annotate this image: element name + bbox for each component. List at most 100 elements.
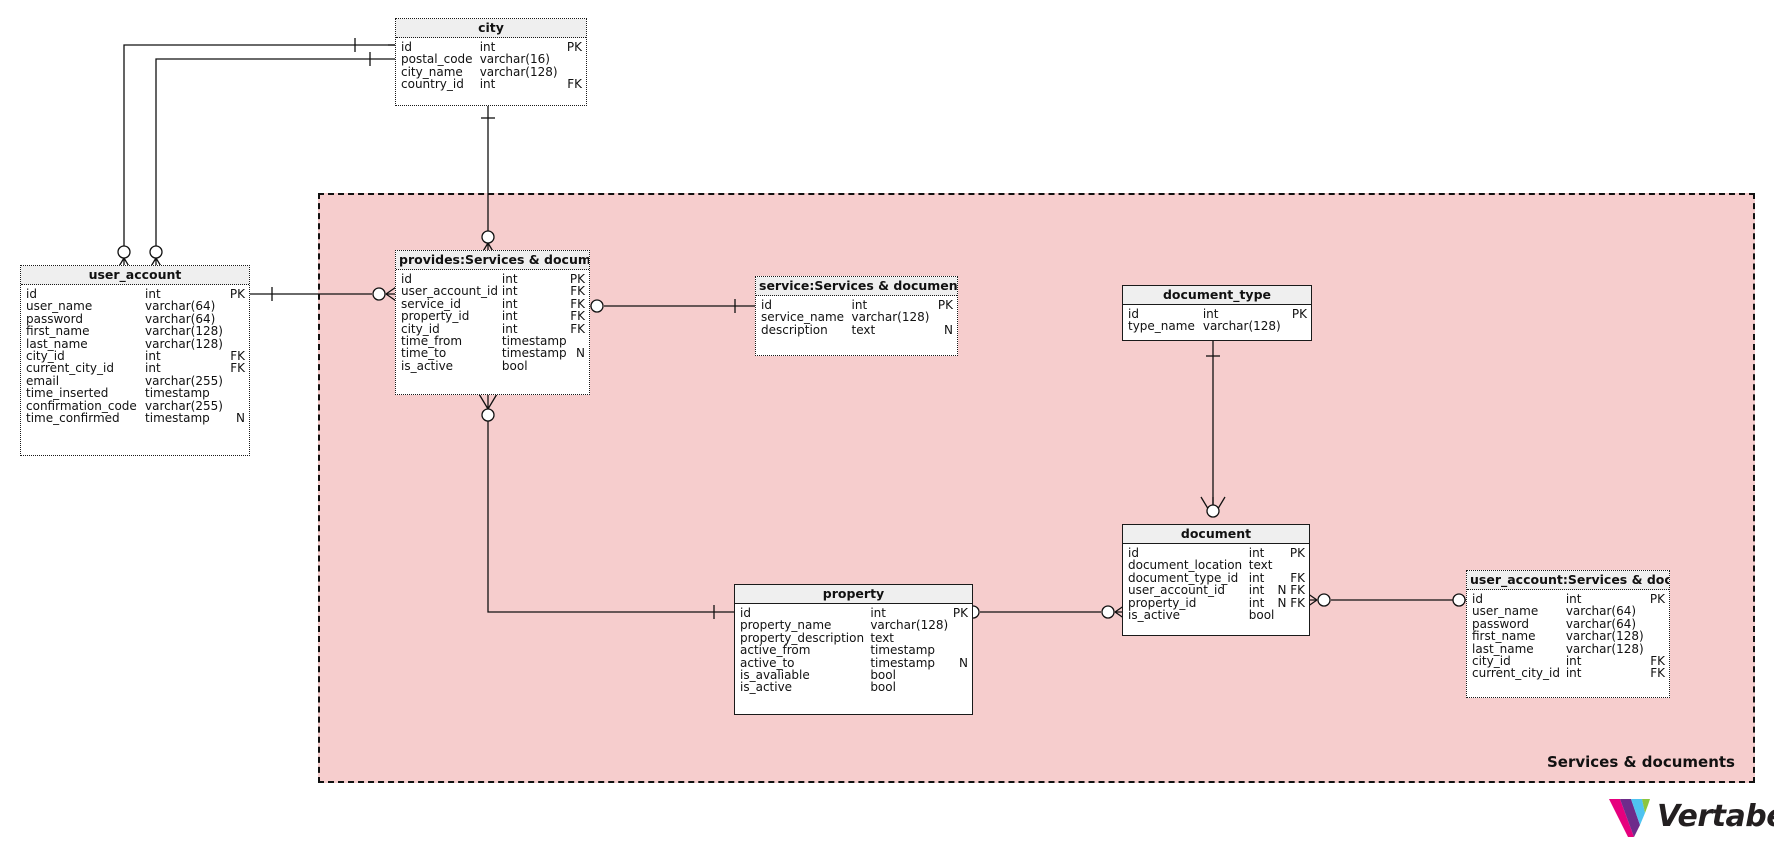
attribute-row[interactable]: type_name varchar(128): [1128, 319, 1307, 334]
attribute-name: country_id: [401, 77, 464, 92]
attribute-row[interactable]: document_location text: [1128, 558, 1305, 573]
entity-user_account[interactable]: user_account id int PK user_name varchar(64) p…: [20, 265, 250, 456]
attribute-type: varchar(64): [145, 299, 216, 314]
attribute-row[interactable]: postal_code varchar(16): [401, 52, 582, 67]
entity-title-document: document: [1123, 525, 1309, 544]
attribute-name: document_location: [1128, 558, 1243, 573]
attribute-name: is_active: [401, 358, 454, 373]
entity-provides[interactable]: provides:Services & documentsidintPKuser…: [395, 250, 590, 395]
attribute-row[interactable]: user_name varchar(64): [26, 299, 245, 314]
attribute-type: timestamp: [145, 411, 210, 426]
attribute-type: int: [501, 309, 518, 324]
attribute-key-flag: [952, 669, 968, 681]
attribute-type: int: [1248, 583, 1265, 598]
attribute-key-flag: [1290, 320, 1307, 332]
attribute-type: int: [479, 77, 496, 92]
attribute-name: type_name: [1128, 319, 1195, 334]
vertabelo-wordmark: Vertabelo: [1657, 799, 1774, 834]
attribute-key-flag: [229, 375, 245, 387]
entity-user_account_sd[interactable]: user_account:Services & documentsidintPK…: [1466, 570, 1670, 698]
vertabelo-logo[interactable]: Vertabelo: [1607, 795, 1774, 839]
entity-title-property: property: [735, 585, 972, 604]
attribute-key-flag: [569, 360, 585, 372]
attribute-key-flag: [229, 387, 245, 399]
attribute-row[interactable]: service_name varchar(128): [761, 310, 953, 325]
entity-title-service: service:Services & documents: [756, 277, 957, 296]
attribute-key-flag: [229, 300, 245, 312]
entity-attributes-provides: id int PK user_account_id int FK service_id int…: [396, 270, 589, 376]
attribute-key-flag: [1649, 605, 1665, 617]
attribute-name: service_name: [761, 310, 845, 325]
attribute-type: text: [851, 322, 876, 337]
entity-title-user_account: user_account: [21, 266, 249, 285]
attribute-type: int: [501, 284, 518, 299]
attribute-type: int: [145, 361, 161, 376]
attribute-type: text: [1248, 558, 1273, 573]
attribute-key-flag: [229, 313, 245, 325]
entity-service[interactable]: service:Services & documents id int PK servi…: [755, 276, 958, 356]
attribute-table: id int PK user_name varchar(64) password varch…: [26, 287, 245, 426]
attribute-type: bool: [870, 680, 896, 695]
attribute-name: current_city_id: [26, 361, 114, 376]
attribute-type: varchar(16): [479, 52, 550, 67]
attribute-key-flag: [1649, 618, 1665, 630]
attribute-row[interactable]: time_confirmed timestamp N: [26, 411, 245, 426]
attribute-key-flag: [565, 53, 582, 65]
attribute-row[interactable]: time_inserted timestamp: [26, 386, 245, 401]
attribute-key-flag: FK: [570, 284, 585, 299]
entity-title-document_type: document_type: [1123, 286, 1311, 305]
attribute-type: timestamp: [501, 346, 567, 361]
attribute-row[interactable]: current_city_id int FK: [1472, 666, 1665, 681]
attribute-key-flag: PK: [937, 298, 953, 312]
attribute-key-flag: N FK: [1277, 583, 1305, 598]
attribute-name: is_active: [740, 680, 793, 695]
attribute-type: varchar(128): [1202, 319, 1281, 334]
attribute-table: id int PK property_name varchar(128) property…: [740, 607, 968, 694]
attribute-type: bool: [1248, 608, 1275, 623]
attribute-key-flag: FK: [1650, 666, 1665, 681]
entity-document_type[interactable]: document_type id int PK type_name varchar(128…: [1122, 285, 1312, 341]
attribute-row[interactable]: is_active bool: [740, 680, 968, 695]
attribute-name: user_name: [26, 299, 93, 314]
attribute-row[interactable]: property_id int FK: [401, 309, 585, 324]
attribute-name: first_name: [26, 324, 90, 339]
attribute-key-flag: PK: [229, 287, 245, 301]
attribute-type: timestamp: [145, 386, 210, 401]
attribute-row[interactable]: is_active bool: [401, 358, 585, 373]
attribute-row[interactable]: user_account_id int FK: [401, 284, 585, 299]
attribute-row[interactable]: active_from timestamp: [740, 643, 968, 658]
attribute-name: user_name: [1472, 604, 1539, 619]
entity-attributes-user_account_sd: id int PK user_name varchar(64) password varch…: [1467, 590, 1669, 684]
entity-document[interactable]: document id int PK document_location text docu…: [1122, 524, 1310, 636]
attribute-key-flag: FK: [230, 361, 245, 376]
attribute-row[interactable]: first_name varchar(128): [1472, 629, 1665, 644]
attribute-row[interactable]: user_name varchar(64): [1472, 604, 1665, 619]
attribute-key-flag: N: [959, 655, 968, 670]
entity-property[interactable]: property id int PK property_name varchar(128)…: [734, 584, 973, 715]
attribute-type: varchar(128): [1565, 629, 1644, 644]
attribute-row[interactable]: description text N: [761, 322, 953, 337]
attribute-table: id int PK postal_code varchar(16) city_name va…: [401, 41, 582, 91]
attribute-row[interactable]: time_to timestamp N: [401, 346, 585, 361]
attribute-row[interactable]: first_name varchar(128): [26, 324, 245, 339]
attribute-row[interactable]: property_name varchar(128): [740, 618, 968, 633]
attribute-row[interactable]: user_account_id int N FK: [1128, 583, 1305, 598]
attribute-key-flag: FK: [567, 77, 582, 92]
entity-title-provides: provides:Services & documents: [396, 251, 589, 270]
entity-title-user_account_sd: user_account:Services & documents: [1467, 571, 1669, 590]
attribute-name: user_account_id: [1128, 583, 1225, 598]
attribute-row[interactable]: country_id int FK: [401, 77, 582, 92]
attribute-key-flag: N: [236, 411, 245, 426]
attribute-key-flag: PK: [952, 606, 968, 620]
attribute-type: int: [1565, 666, 1582, 681]
attribute-key-flag: FK: [570, 321, 585, 336]
attribute-type: varchar(128): [870, 618, 949, 633]
attribute-row[interactable]: current_city_id int FK: [26, 361, 245, 376]
attribute-type: timestamp: [870, 643, 936, 658]
attribute-type: varchar(128): [145, 324, 223, 339]
entity-city[interactable]: city id int PK postal_code varchar(16) city_na…: [395, 18, 587, 106]
attribute-row[interactable]: is_active bool: [1128, 608, 1305, 623]
attribute-table: id int PK document_location text document_typ…: [1128, 547, 1305, 623]
attribute-key-flag: [229, 325, 245, 337]
attribute-table: id int PK service_name varchar(128) descripti…: [761, 298, 953, 337]
